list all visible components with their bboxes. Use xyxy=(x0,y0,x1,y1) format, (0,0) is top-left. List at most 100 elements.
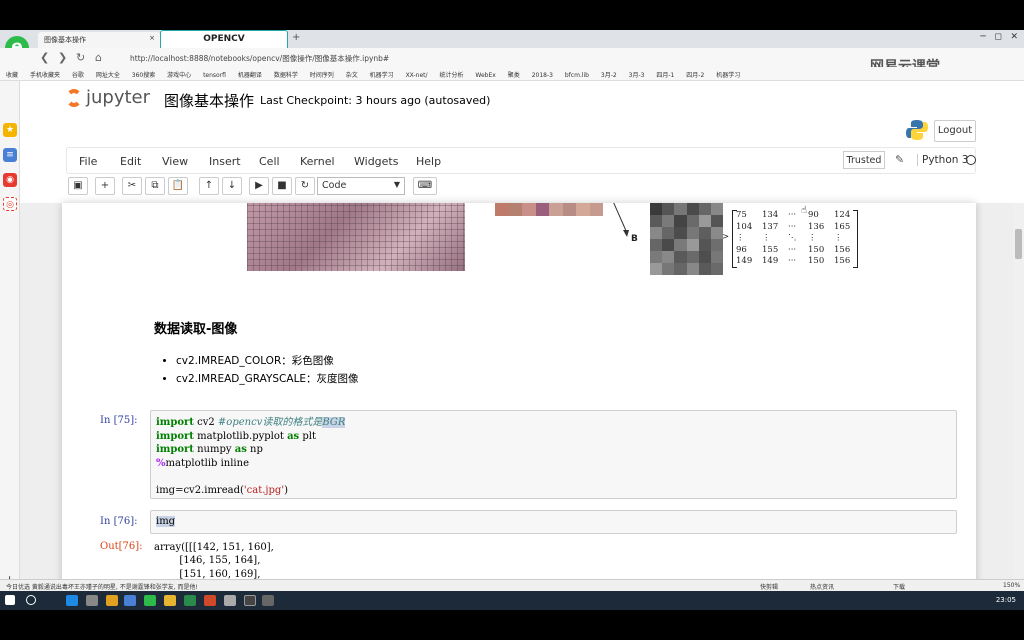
close-icon[interactable]: × xyxy=(149,34,155,42)
bookmark[interactable]: 3月-2 xyxy=(601,70,617,79)
gray-pixel xyxy=(674,203,687,215)
bookmark[interactable]: 手机收藏夹 xyxy=(30,70,60,79)
menu-kernel[interactable]: Kernel xyxy=(300,155,335,168)
new-tab-icon[interactable]: + xyxy=(292,32,300,43)
bookmark[interactable]: 360搜索 xyxy=(132,70,155,79)
ie-icon[interactable] xyxy=(66,595,78,606)
status-item[interactable]: 下载 xyxy=(893,582,905,591)
greater-than-icon: > xyxy=(722,232,730,242)
paste-icon[interactable]: 📋 xyxy=(168,177,188,195)
bookmark[interactable]: 四月-2 xyxy=(686,70,704,79)
bookmark[interactable]: 3月-3 xyxy=(629,70,645,79)
jupyter-logo[interactable]: jupyter xyxy=(66,87,150,108)
bookmark[interactable]: 机器学习 xyxy=(716,70,740,79)
code-cell-76[interactable]: img xyxy=(150,510,957,534)
menu-edit[interactable]: Edit xyxy=(120,155,141,168)
bookmark[interactable]: XX-net/ xyxy=(406,72,428,79)
gray-pixel xyxy=(686,239,699,251)
bookmark[interactable]: 数据科学 xyxy=(274,70,298,79)
bookmark[interactable]: 谷歌 xyxy=(72,70,84,79)
bookmark[interactable]: WebEx xyxy=(475,72,495,79)
menu-view[interactable]: View xyxy=(162,155,188,168)
ppt-icon[interactable] xyxy=(204,595,216,606)
bookmark[interactable]: 杂文 xyxy=(346,70,358,79)
bookmark[interactable]: 机器学习 xyxy=(370,70,394,79)
status-news[interactable]: 今日优选 黄毅通说出毒坏王亦瑾子的明星, 不是谢霆锋和张学友, 而是他! xyxy=(6,584,198,591)
bookmark[interactable]: 机器翻译 xyxy=(238,70,262,79)
cell-type-select[interactable]: Code ▼ xyxy=(317,177,405,195)
bookmark[interactable]: 聚类 xyxy=(508,70,520,79)
clock[interactable]: 23:05 xyxy=(996,596,1016,604)
app-icon[interactable] xyxy=(224,595,236,606)
gray-pixel xyxy=(674,215,687,227)
bookmark[interactable]: 收藏 xyxy=(6,70,18,79)
code-cell-75[interactable]: import cv2 #opencv读取的格式是BGR import matpl… xyxy=(150,410,957,499)
logout-button[interactable]: Logout xyxy=(934,120,976,142)
browser-statusbar: 今日优选 黄毅通说出毒坏王亦瑾子的明星, 不是谢霆锋和张学友, 而是他! 快剪辑… xyxy=(0,579,1024,591)
mail-icon[interactable] xyxy=(124,595,136,606)
restart-icon[interactable]: ↻ xyxy=(295,177,315,195)
bookmark[interactable]: 网址大全 xyxy=(96,70,120,79)
tab-title: OPENCV xyxy=(203,34,245,44)
folder-icon[interactable] xyxy=(164,595,176,606)
star-icon[interactable]: ★ xyxy=(3,123,17,137)
menu-help[interactable]: Help xyxy=(416,155,441,168)
move-up-icon[interactable]: ↑ xyxy=(199,177,219,195)
pencil-icon[interactable]: ✎ xyxy=(895,153,904,166)
matrix-cell: ⋮ xyxy=(762,233,771,243)
reload-icon[interactable]: ↻ xyxy=(76,51,85,64)
matrix-cell: 155 xyxy=(762,244,779,255)
scroll-thumb[interactable] xyxy=(1015,229,1022,259)
excel-icon[interactable] xyxy=(184,595,196,606)
bookmark[interactable]: 统计分析 xyxy=(439,70,463,79)
move-down-icon[interactable]: ↓ xyxy=(222,177,242,195)
kernel-name[interactable]: Python 3 xyxy=(917,154,968,166)
search-icon[interactable] xyxy=(26,595,36,605)
browser-tab-notebook[interactable]: 图像基本操作 × xyxy=(38,32,160,48)
status-item[interactable]: 热点资讯 xyxy=(810,582,834,591)
bookmark[interactable]: bfcm.lib xyxy=(565,72,589,79)
bookmark[interactable]: tensorfl xyxy=(203,72,226,79)
forward-icon[interactable]: ❯ xyxy=(58,51,67,64)
close-window-icon[interactable]: ✕ xyxy=(1010,32,1018,42)
browser-tab-opencv[interactable]: OPENCV xyxy=(160,30,288,49)
cut-icon[interactable]: ✂ xyxy=(122,177,142,195)
weibo-icon[interactable]: ◉ xyxy=(3,173,17,187)
copy-icon[interactable]: ⧉ xyxy=(145,177,165,195)
bookmark[interactable]: 四月-1 xyxy=(656,70,674,79)
menu-insert[interactable]: Insert xyxy=(209,155,241,168)
keyboard-icon[interactable]: ⌨ xyxy=(413,177,437,195)
explorer-icon[interactable] xyxy=(106,595,118,606)
stop-icon[interactable]: ■ xyxy=(272,177,292,195)
insert-cell-icon[interactable]: + xyxy=(95,177,115,195)
menu-file[interactable]: File xyxy=(79,155,97,168)
minimize-icon[interactable]: ─ xyxy=(980,32,985,42)
cat-pixel-image xyxy=(247,203,465,271)
arrow-icon xyxy=(613,203,629,237)
pixel-swatch xyxy=(508,203,522,216)
news-icon[interactable]: ≡ xyxy=(3,148,17,162)
menu-cell[interactable]: Cell xyxy=(259,155,280,168)
menu-widgets[interactable]: Widgets xyxy=(354,155,398,168)
save-icon[interactable]: ▣ xyxy=(68,177,88,195)
scrollbar[interactable] xyxy=(1013,203,1024,579)
store-icon[interactable] xyxy=(86,595,98,606)
record-icon[interactable]: ◎ xyxy=(3,197,17,211)
maximize-icon[interactable]: ◻ xyxy=(994,32,1001,42)
windows-start-icon[interactable] xyxy=(5,595,15,605)
app-icon[interactable] xyxy=(262,595,274,606)
back-icon[interactable]: ❮ xyxy=(40,51,49,64)
chevron-down-icon: ▼ xyxy=(393,180,400,189)
app-icon[interactable] xyxy=(244,595,256,606)
home-icon[interactable]: ⌂ xyxy=(95,51,102,64)
zoom-level[interactable]: 150% xyxy=(1003,582,1020,589)
status-item[interactable]: 快剪辑 xyxy=(760,582,778,591)
trusted-badge[interactable]: Trusted xyxy=(843,151,885,169)
bookmark[interactable]: 游戏中心 xyxy=(167,70,191,79)
run-icon[interactable]: ▶ xyxy=(249,177,269,195)
bookmark[interactable]: 时间序列 xyxy=(310,70,334,79)
notebook-title[interactable]: 图像基本操作 xyxy=(164,90,254,111)
url-bar[interactable]: http://localhost:8888/notebooks/opencv/图… xyxy=(120,50,760,65)
browser-taskbar-icon[interactable] xyxy=(144,595,156,606)
bookmark[interactable]: 2018-3 xyxy=(532,72,553,79)
